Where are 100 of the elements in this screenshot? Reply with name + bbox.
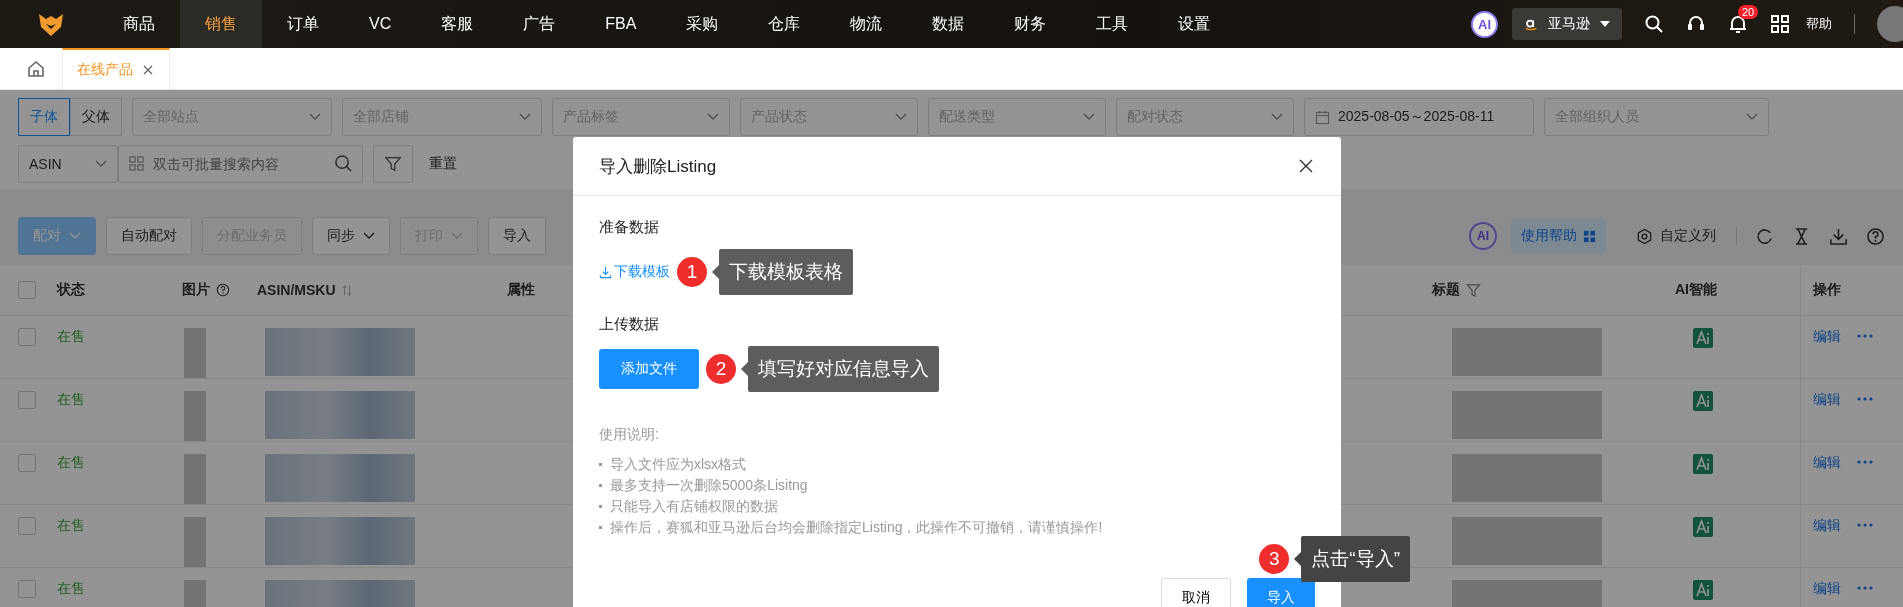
ai-icon[interactable] [1693, 454, 1713, 474]
nav-menu-item[interactable]: 销售 [180, 0, 262, 48]
photo-placeholder [184, 391, 206, 441]
column-header: 操作 [1813, 281, 1841, 299]
search-icon[interactable] [1644, 14, 1664, 34]
close-icon[interactable] [143, 64, 153, 75]
checkbox[interactable] [18, 281, 36, 299]
home-icon[interactable] [26, 58, 46, 79]
marketplace-dropdown[interactable]: 亚马逊 [1512, 8, 1622, 40]
checkbox[interactable] [18, 391, 36, 409]
chevron-down-icon [707, 113, 719, 121]
reset-button[interactable]: 重置 [423, 154, 463, 174]
nav-menu-item[interactable]: 商品 [98, 0, 180, 48]
toolbar-button[interactable]: 导入 [488, 217, 546, 255]
section-heading: 上传数据 [599, 315, 660, 334]
annotation-tooltip: 下载模板表格 [712, 249, 853, 295]
nav-menu-item[interactable]: 工具 [1071, 0, 1154, 48]
nav-menu-item[interactable]: 订单 [262, 0, 344, 48]
instructions-heading: 使用说明: [599, 426, 660, 444]
edit-link[interactable]: 编辑 [1813, 391, 1841, 409]
filter-icon[interactable] [1466, 282, 1481, 298]
status-text: 在售 [57, 391, 85, 409]
nav-menu-item[interactable]: FBA [580, 0, 662, 48]
date-range-field[interactable]: 2025-08-05～2025-08-11 [1304, 98, 1534, 136]
column-header: 图片 [182, 281, 210, 299]
toolbar-button[interactable]: 同步 [312, 217, 390, 255]
filter-icon [384, 155, 402, 173]
ai-icon[interactable] [1693, 328, 1713, 348]
more-icon[interactable] [1857, 334, 1873, 338]
nav-menu-item[interactable]: 仓库 [743, 0, 826, 48]
chevron-down-icon [519, 113, 531, 121]
more-icon[interactable] [1857, 460, 1873, 464]
close-icon[interactable] [1299, 159, 1313, 173]
refresh-icon[interactable] [1755, 226, 1774, 246]
add-file-button[interactable]: 添加文件 [599, 349, 699, 389]
more-icon[interactable] [1857, 586, 1873, 590]
grid-icon[interactable] [1770, 14, 1790, 34]
nav-menu-item[interactable]: 物流 [825, 0, 908, 48]
more-icon[interactable] [1857, 523, 1873, 527]
step-number-badge: 3 [1259, 544, 1290, 574]
nav-menu-item[interactable]: 客服 [416, 0, 499, 48]
ai-icon[interactable] [1693, 580, 1713, 600]
import-button[interactable]: 导入 [1247, 578, 1315, 607]
step-number-badge: 2 [706, 354, 736, 384]
nav-menu-item[interactable]: 财务 [989, 0, 1072, 48]
download-template-link[interactable]: 下载模板 [599, 263, 670, 281]
checkbox[interactable] [18, 580, 36, 598]
column-header: 状态 [57, 281, 85, 299]
edit-link[interactable]: 编辑 [1813, 517, 1841, 535]
nav-menu-item[interactable]: 数据 [907, 0, 990, 48]
custom-columns-button[interactable]: 自定义列 [1630, 226, 1722, 246]
chevron-down-icon [69, 232, 81, 240]
instruction-text: 操作后，赛狐和亚马逊后台均会删除指定Listing，此操作不可撤销，请谨慎操作! [610, 518, 1103, 537]
more-icon[interactable] [1857, 397, 1873, 401]
section-heading: 准备数据 [599, 218, 660, 237]
chevron-down-icon [451, 232, 463, 240]
status-text: 在售 [57, 517, 85, 535]
status-text: 在售 [57, 580, 85, 598]
nav-menu-item[interactable]: 广告 [498, 0, 581, 48]
edit-link[interactable]: 编辑 [1813, 328, 1841, 346]
grid-icon [1583, 229, 1596, 243]
status-text: 在售 [57, 454, 85, 472]
download-icon[interactable] [1829, 226, 1848, 246]
variant-toggle[interactable]: 父体 [70, 98, 122, 136]
cancel-button[interactable]: 取消 [1161, 578, 1231, 607]
sort-icon[interactable] [341, 283, 352, 297]
download-icon [599, 265, 612, 279]
photo-placeholder [184, 517, 206, 567]
nav-menu-item[interactable]: 设置 [1153, 0, 1236, 48]
photo-placeholder [184, 328, 206, 378]
chevron-down-icon [1083, 113, 1095, 121]
chevron-down-icon [895, 113, 907, 121]
status-text: 在售 [57, 328, 85, 346]
step-number-badge: 1 [677, 257, 707, 287]
nav-menu-item[interactable]: VC [344, 0, 417, 48]
nav-menu-item[interactable]: 采购 [661, 0, 744, 48]
filter-button[interactable] [373, 145, 413, 183]
instruction-text: 导入文件应为xlsx格式 [610, 455, 747, 474]
help-icon[interactable] [1866, 226, 1885, 246]
toolbar-button[interactable]: 自动配对 [106, 217, 192, 255]
ai-assistant-icon[interactable]: AI [1469, 222, 1497, 250]
column-header: AI智能 [1675, 281, 1717, 299]
hexagon-gear-icon [1636, 227, 1653, 245]
help-link[interactable]: 帮助 [1806, 15, 1832, 33]
help-icon[interactable] [216, 283, 230, 297]
checkbox[interactable] [18, 328, 36, 346]
ai-icon[interactable] [1693, 391, 1713, 411]
avatar[interactable] [1877, 6, 1903, 42]
bell-icon[interactable] [1728, 14, 1748, 34]
checkbox[interactable] [18, 454, 36, 472]
checkbox[interactable] [18, 517, 36, 535]
edit-link[interactable]: 编辑 [1813, 580, 1841, 598]
ai-icon[interactable] [1693, 517, 1713, 537]
chevron-down-icon [1271, 113, 1283, 121]
chevron-down-icon [363, 232, 375, 240]
edit-link[interactable]: 编辑 [1813, 454, 1841, 472]
photo-placeholder [184, 454, 206, 504]
column-header: 属性 [507, 281, 535, 299]
amazon-logo-icon [1524, 17, 1538, 31]
ai-badge[interactable]: AI [1471, 10, 1498, 38]
